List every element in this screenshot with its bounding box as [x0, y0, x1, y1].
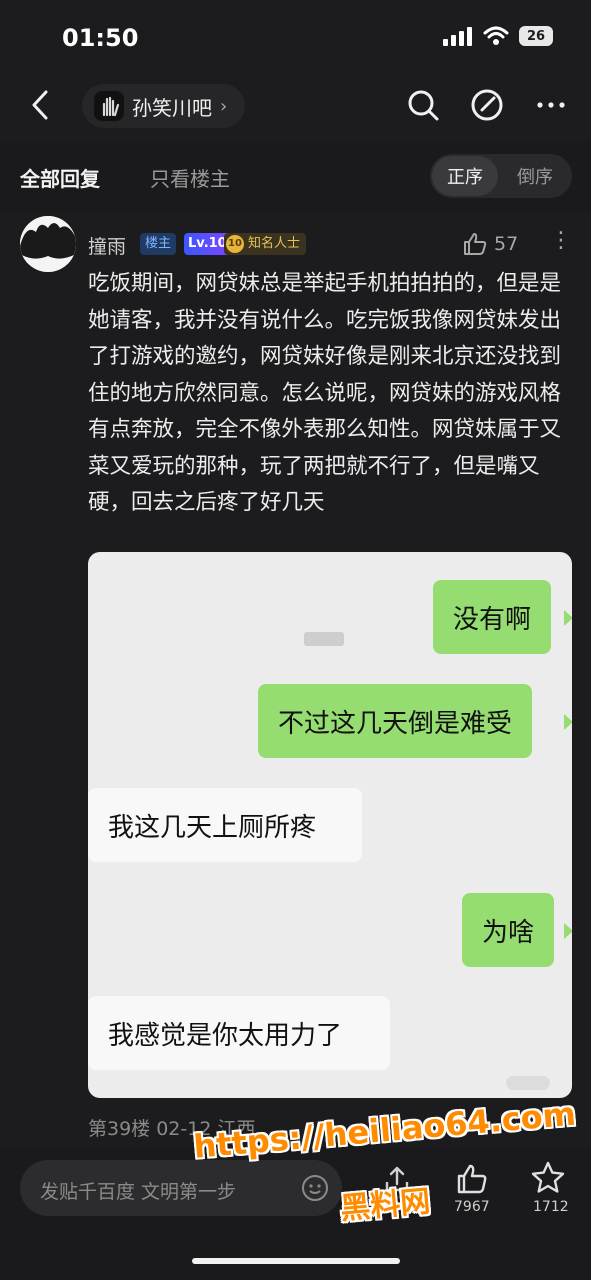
chat-bubble-right: 不过这几天倒是难受	[258, 684, 533, 758]
avatar-image	[20, 216, 76, 272]
post-more-icon[interactable]: ⋮	[550, 228, 572, 253]
home-indicator[interactable]	[192, 1258, 400, 1264]
chat-bubble-left: 我这几天上厕所疼	[88, 788, 362, 862]
forum-avatar	[94, 91, 124, 121]
emoji-icon[interactable]	[300, 1173, 330, 1203]
chat-bubble-right: 没有啊	[433, 580, 552, 654]
back-arrow-icon[interactable]	[24, 88, 58, 122]
sort-asc-button[interactable]: 正序	[432, 156, 498, 196]
forum-name: 孙笑川吧	[132, 95, 212, 120]
bubble-tail	[564, 610, 572, 626]
search-icon[interactable]	[406, 88, 440, 122]
chat-bubble-left: 我感觉是你太用力了	[88, 996, 390, 1070]
fame-badge-label: 知名人士	[248, 236, 301, 251]
post-content: 吃饭期间，网贷妹总是举起手机拍拍拍的，但是是她请客，我并没有说什么。吃完饭我像网…	[88, 271, 562, 515]
tab-only-op[interactable]: 只看楼主	[150, 163, 230, 192]
bubble-tail	[564, 714, 572, 730]
chevron-right-icon: ›	[220, 95, 228, 117]
username[interactable]: 撞雨	[88, 232, 126, 259]
tab-all-replies[interactable]: 全部回复	[20, 163, 100, 192]
chat-bubble-right: 为啥	[462, 893, 555, 967]
fame-badge: 10 知名人士	[224, 233, 307, 255]
more-icon[interactable]	[534, 88, 568, 122]
reply-placeholder: 发贴千百度 文明第一步	[40, 1181, 237, 1203]
watermark-name: 黑料网	[338, 1184, 432, 1227]
favorite-total: 1712	[533, 1199, 569, 1215]
thumbs-up-icon[interactable]	[462, 231, 488, 257]
hand-icon	[102, 96, 120, 117]
wifi-icon	[483, 26, 509, 45]
star-icon[interactable]	[530, 1160, 566, 1196]
user-avatar[interactable]	[20, 216, 76, 272]
battery-indicator: 26	[519, 26, 553, 46]
fame-coin-icon: 10	[226, 235, 244, 253]
edit-icon[interactable]	[470, 88, 504, 122]
forum-chip[interactable]: 孙笑川吧 ›	[82, 84, 246, 128]
like-count: 57	[494, 233, 519, 255]
thumbs-up-icon[interactable]	[455, 1162, 489, 1196]
sort-desc-button[interactable]: 倒序	[502, 156, 568, 196]
op-badge: 楼主	[140, 233, 177, 255]
status-time: 01:50	[62, 24, 139, 52]
bubble-tail	[564, 923, 572, 939]
like-total: 7967	[454, 1199, 490, 1215]
image-smudge	[304, 632, 344, 646]
status-icons: 26	[443, 26, 553, 46]
cellular-signal-icon	[443, 27, 472, 46]
image-watermark-mark	[506, 1076, 550, 1090]
chat-screenshot-image[interactable]: 没有啊 不过这几天倒是难受 我这几天上厕所疼 为啥 我感觉是你太用力了	[88, 552, 572, 1098]
